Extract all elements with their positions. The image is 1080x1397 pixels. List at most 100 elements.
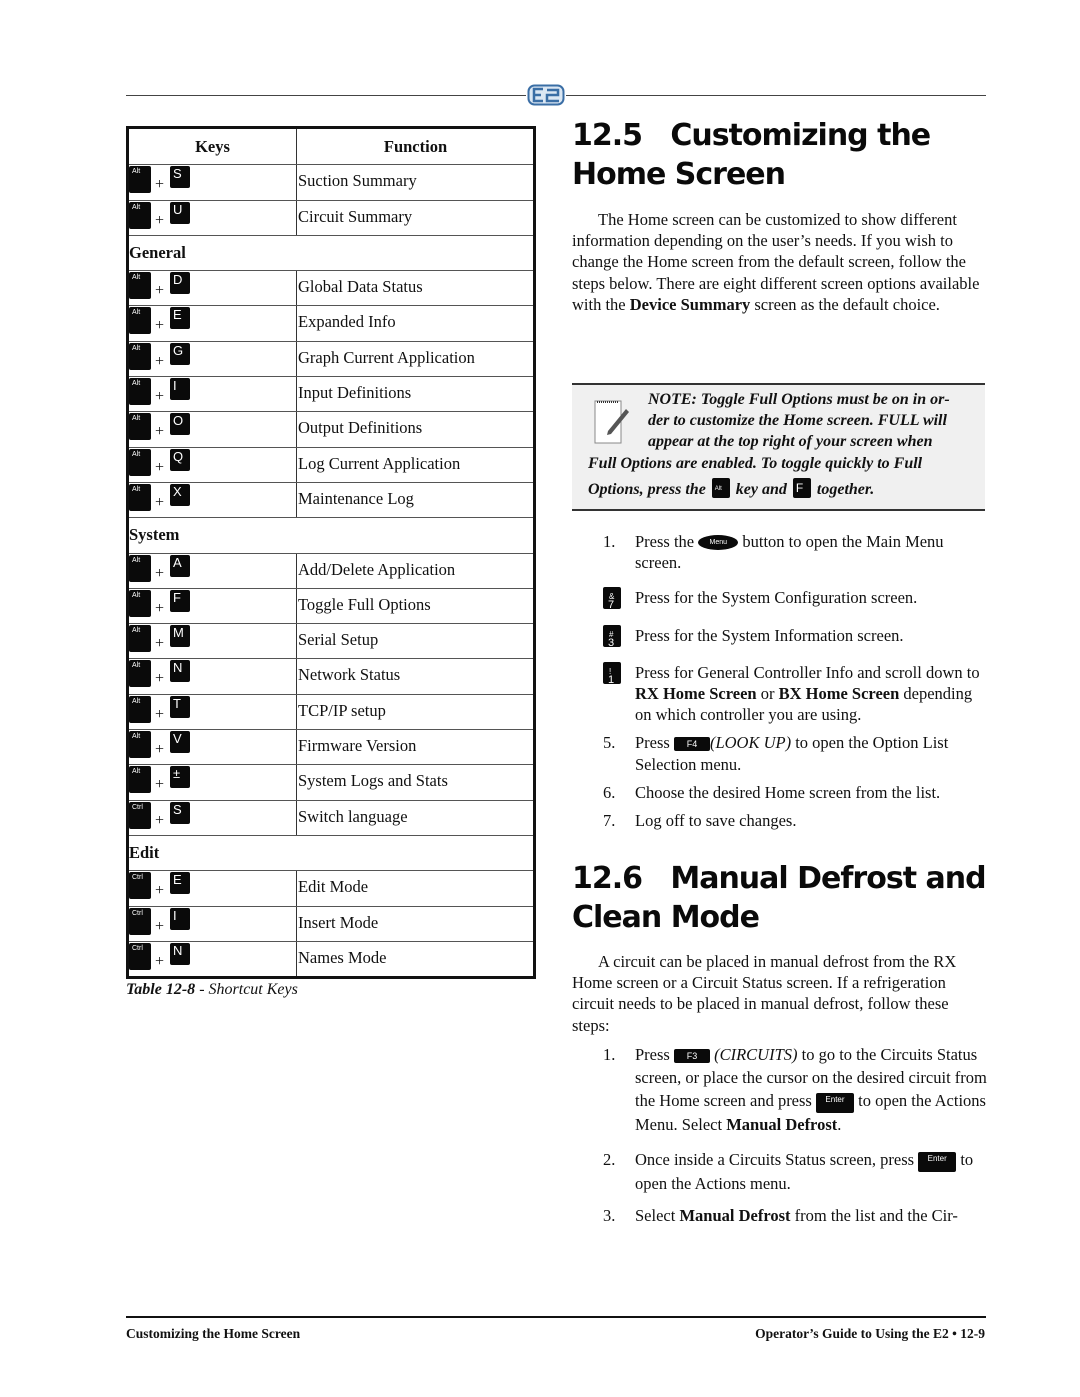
key-combo-cell: Alt + F (129, 588, 297, 624)
modifier-key-icon: Ctrl (129, 801, 151, 829)
table-row: Alt + G Graph Current Application (129, 340, 533, 377)
modifier-key-label: Ctrl (132, 803, 143, 811)
character-key-label: U (173, 201, 183, 217)
table-caption: Table 12-8 - Shortcut Keys (126, 981, 298, 999)
key-combo: Alt + A (129, 554, 191, 583)
note-line: NOTE: Toggle Full Options must be on in … (648, 391, 950, 408)
step-number: 5. (603, 733, 616, 753)
key-combo-cell: Alt + S (129, 165, 297, 200)
character-key-icon: V (170, 731, 191, 754)
modifier-key-icon: Alt (129, 272, 151, 300)
modifier-key-label: Alt (132, 627, 141, 635)
section-12-5-heading: 12.5 Customizing the Home Screen (572, 116, 931, 194)
table-section-row: Edit (129, 834, 533, 870)
character-key-icon: I (170, 907, 191, 930)
f4-key-icon: F4 (673, 737, 710, 752)
character-key-icon: ± (170, 766, 191, 789)
step-text: Press (635, 662, 670, 682)
step-text: for General Controller Info and scroll d… (673, 662, 980, 682)
character-key-icon: U (170, 201, 191, 224)
alt-key-icon: Alt (711, 477, 730, 498)
character-key-label: O (173, 413, 184, 429)
menu-button-icon: Menu (698, 535, 739, 550)
character-key-icon: A (170, 554, 191, 577)
intro-text: A circuit can be placed in manual defros… (572, 952, 957, 1035)
character-key-label: X (173, 483, 182, 499)
modifier-key-label: Alt (132, 415, 141, 423)
function-cell: Log Current Application (298, 453, 461, 473)
key-combo: Ctrl + S (129, 801, 191, 830)
plus-sign: + (155, 599, 165, 617)
plus-sign: + (155, 564, 165, 582)
modifier-key-icon: Alt (129, 695, 151, 723)
character-key-label: T (173, 695, 181, 711)
modifier-key-icon: Alt (129, 166, 151, 194)
f-key-icon: F (792, 477, 811, 498)
caption-number: Table 12-8 (126, 981, 196, 998)
character-key-label: M (173, 625, 184, 641)
character-key-label: S (173, 166, 182, 182)
table-row: Alt + Q Log Current Application (129, 446, 533, 482)
note-line: der to customize the Home screen. FULL w… (648, 412, 947, 430)
modifier-key-label: Alt (132, 309, 141, 317)
modifier-key-icon: Alt (129, 342, 151, 370)
intro-bold: Device Summary (629, 294, 751, 314)
step-number: 3. (603, 1206, 616, 1225)
key-combo: Alt + T (129, 695, 191, 724)
plus-sign: + (155, 211, 165, 229)
key-combo-cell: Ctrl + E (129, 871, 297, 906)
character-key-icon: T (170, 695, 191, 718)
step-text: Press (635, 1045, 670, 1064)
key-combo-cell: Ctrl + I (129, 906, 297, 941)
plus-sign: + (155, 882, 165, 900)
f3-key-icon: F3 (673, 1049, 710, 1063)
key-combo: Alt + F (129, 589, 191, 618)
character-key-label: N (173, 942, 183, 958)
modifier-key-icon: Alt (129, 448, 151, 476)
section-12-6-intro: A circuit can be placed in manual defros… (572, 951, 984, 1036)
note-text-part: key and (735, 480, 787, 498)
modifier-key-label: Alt (132, 203, 141, 211)
section-12-6-steps: 1. Press F3 (CIRCUITS) to go to the Circ… (603, 1043, 988, 1226)
function-cell: Global Data Status (298, 277, 423, 297)
key-label: F (795, 480, 804, 495)
key-combo-cell: Alt + O (129, 412, 297, 447)
plus-sign: + (155, 705, 165, 723)
enter-key-icon: Enter (918, 1152, 957, 1172)
key-combo-cell: Alt + X (129, 482, 297, 518)
modifier-key-label: Alt (132, 768, 141, 776)
note-text-part: together. (816, 480, 875, 498)
list-item: 3. Press #3 for the System Information s… (603, 624, 988, 649)
list-item: 6. Choose the desired Home screen from t… (603, 782, 988, 803)
plus-sign: + (155, 776, 165, 794)
key-combo: Alt + I (129, 377, 191, 406)
list-item: 2. Press &7 for the System Configuration… (603, 587, 988, 611)
function-cell: System Logs and Stats (298, 771, 448, 791)
key-label: 1 (608, 673, 615, 686)
step-text: . (837, 1115, 842, 1134)
step-text: Choose the desired Home screen from the … (635, 782, 941, 802)
note-line: Full Options are enabled. To toggle quic… (588, 454, 923, 472)
table-row: Alt + ± System Logs and Stats (129, 764, 533, 800)
key-1-icon: ! 1 (603, 661, 621, 686)
character-key-icon: N (170, 660, 191, 683)
key-combo: Alt + Q (129, 448, 191, 477)
character-key-label: V (173, 731, 182, 747)
note-line: Options, press the Alt key and F togethe… (588, 477, 983, 500)
modifier-key-label: Alt (132, 274, 141, 282)
key-combo: Alt + N (129, 659, 191, 688)
plus-sign: + (155, 458, 165, 476)
key-combo-cell: Alt + A (129, 553, 297, 588)
modifier-key-label: Alt (132, 485, 141, 493)
function-cell: Graph Current Application (298, 347, 475, 367)
step-text: for the System Information screen. (673, 625, 904, 645)
key-label: Alt (714, 485, 722, 492)
key-label: 3 (608, 636, 615, 649)
character-key-label: F (173, 589, 181, 605)
table-row: Alt + F Toggle Full Options (129, 587, 533, 624)
character-key-label: G (173, 342, 184, 358)
character-key-label: N (173, 660, 183, 676)
plus-sign: + (155, 917, 165, 935)
list-item: 2. Once inside a Circuits Status screen,… (603, 1148, 988, 1195)
note-text-part: Options, press the (588, 480, 706, 498)
